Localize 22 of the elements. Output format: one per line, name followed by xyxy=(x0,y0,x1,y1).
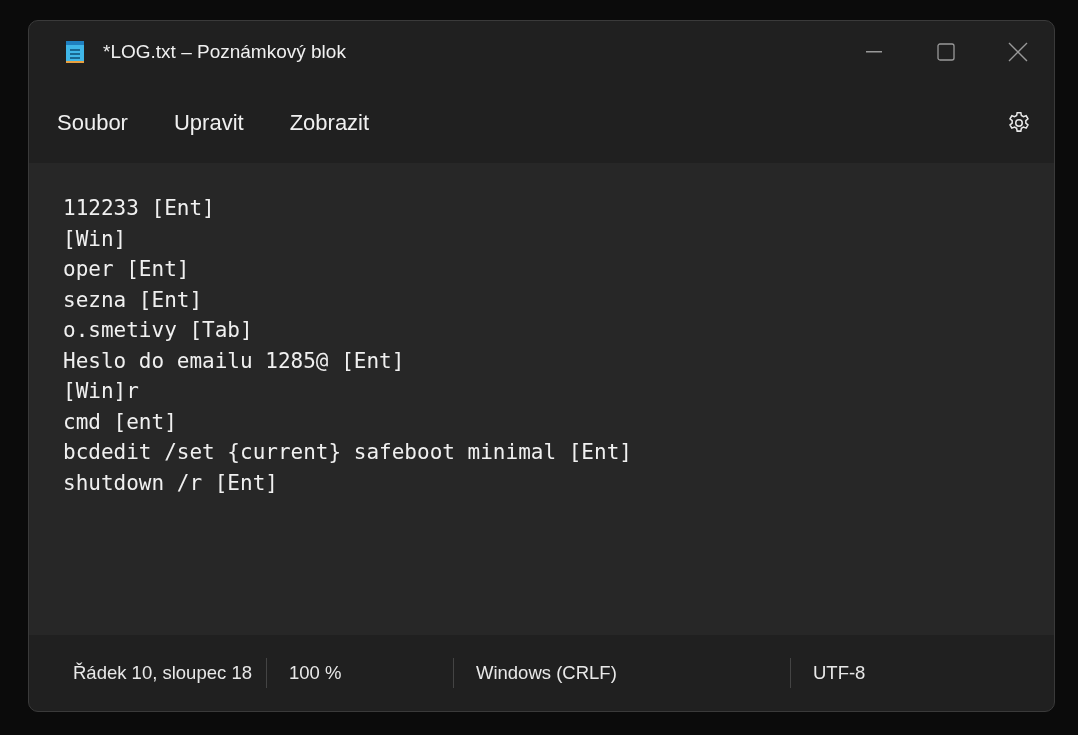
text-line: sezna [Ent] xyxy=(63,286,204,314)
text-line: [Win] xyxy=(63,225,128,253)
menu-item[interactable]: Upravit xyxy=(163,104,254,142)
text-line: shutdown /r [Ent] xyxy=(63,469,279,497)
status-text: 100 % xyxy=(287,662,343,684)
window-title: *LOG.txt – Poznámkový blok xyxy=(103,41,347,63)
menu-item[interactable]: Zobrazit xyxy=(279,104,380,142)
close-icon[interactable] xyxy=(1008,42,1028,62)
text-editor[interactable]: 112233 [Ent] [Win] oper [Ent] sezna [Ent] o.smetivy [Tab] Heslo do emailu 1285@ [Ent] [Win]r cmd [ent] bcdedit /set {current} safeboot minimal [Ent] shutdown /r [Ent] xyxy=(29,163,1054,635)
text-line: o.smetivy [Tab] xyxy=(63,317,254,344)
menu-item[interactable]: Soubor xyxy=(47,104,138,142)
text-line: oper [Ent] xyxy=(63,256,191,283)
status-text: Windows (CRLF) xyxy=(474,662,618,684)
maximize-icon[interactable] xyxy=(937,43,955,61)
status-text: Řádek 10, sloupec 18 xyxy=(73,662,253,684)
text-line: Heslo do emailu 1285@ [Ent] xyxy=(63,347,406,375)
text-line: [Win]r xyxy=(63,378,140,405)
text-line: cmd [ent] xyxy=(63,408,178,436)
status-text: UTF-8 xyxy=(811,662,867,684)
notepad-icon xyxy=(65,40,85,64)
text-line: 112233 [Ent] xyxy=(63,195,216,222)
text-line: bcdedit /set {current} safeboot minimal [Ent] xyxy=(63,439,633,466)
